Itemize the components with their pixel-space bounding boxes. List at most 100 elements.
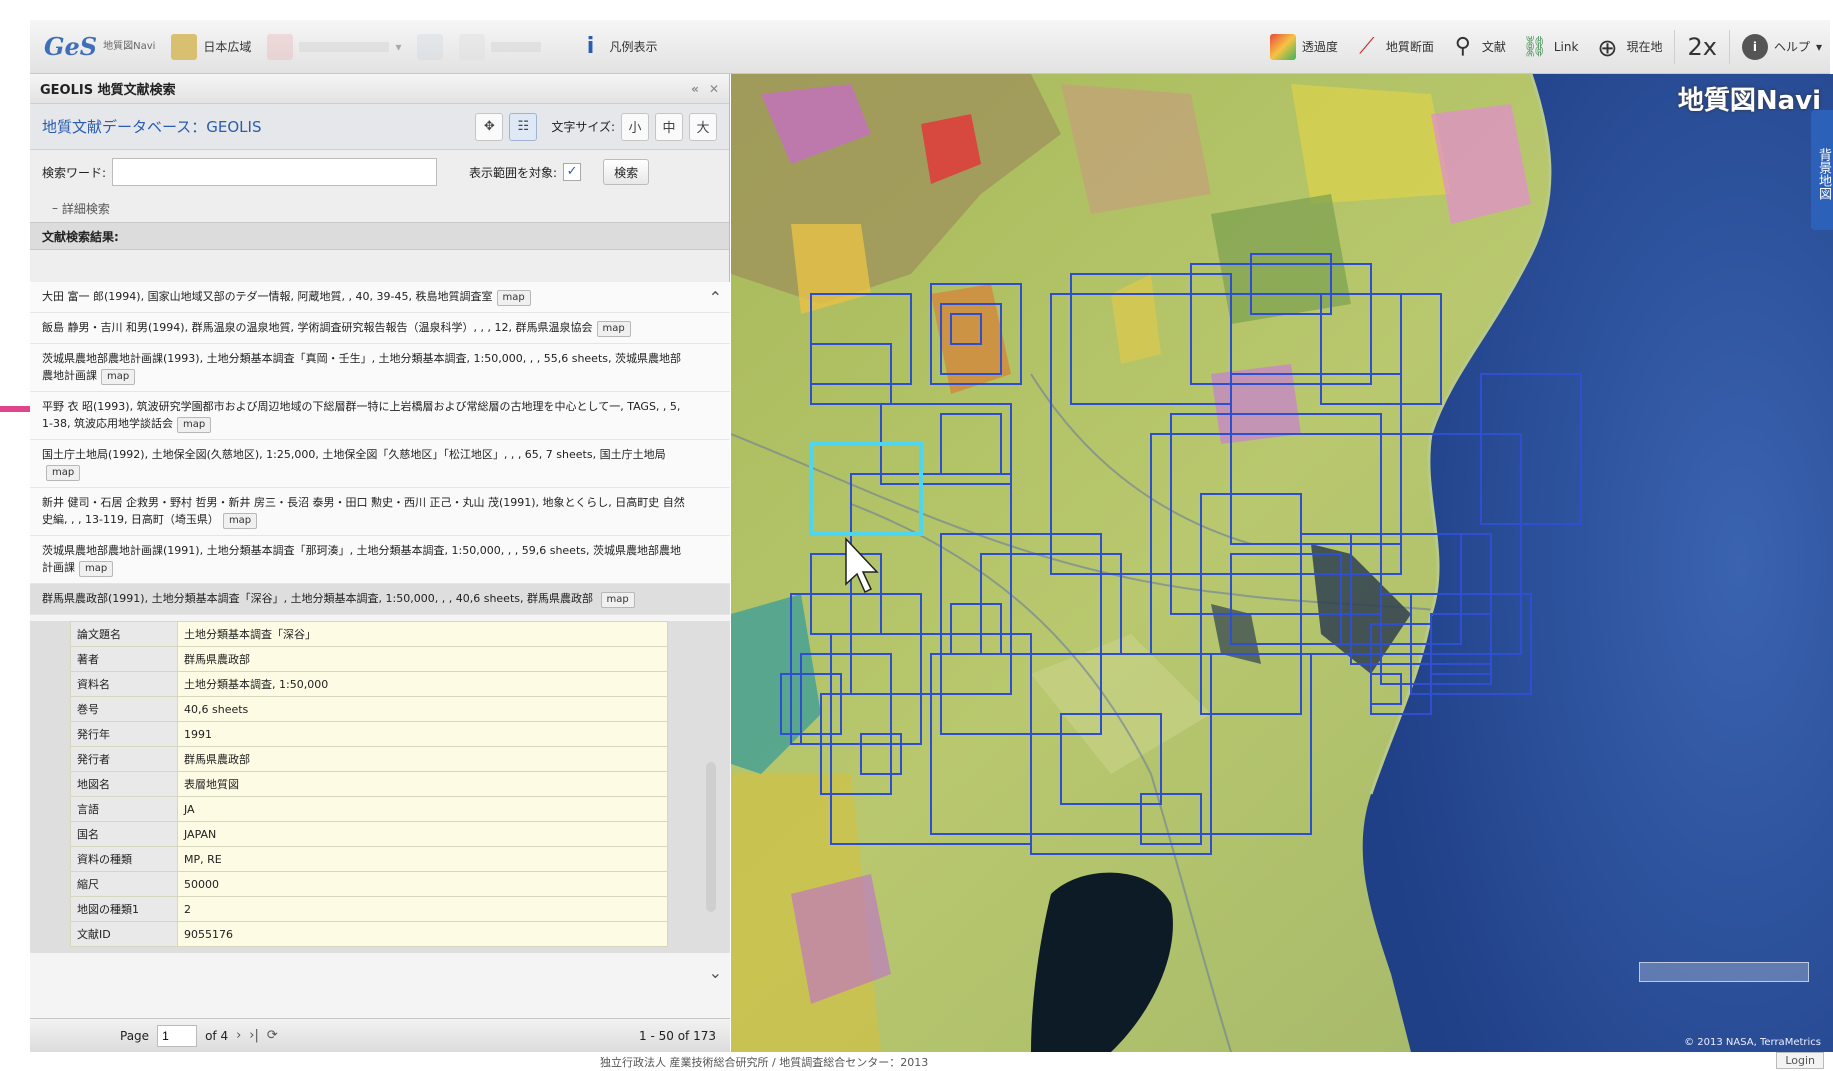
result-item[interactable]: 新井 健司・石居 企救男・野村 哲男・新井 房三・長沼 泰男・田口 勲史・西川 … bbox=[30, 488, 730, 536]
detail-row: 発行者 群馬県農政部 bbox=[70, 746, 668, 772]
map-link[interactable]: map bbox=[222, 513, 258, 529]
literature-button[interactable]: ⚲ 文献 bbox=[1442, 27, 1514, 67]
detail-value: 土地分類基本調査, 1:50,000 bbox=[177, 671, 668, 697]
detail-value: JA bbox=[177, 796, 668, 822]
result-item[interactable]: 平野 衣 昭(1993), 筑波研究学園都市および周辺地域の下総層群一特に上岩橋… bbox=[30, 392, 730, 440]
legend-button[interactable]: i 凡例表示 bbox=[569, 27, 665, 67]
results-list: 大田 富一 郎(1994), 国家山地域又部のテダ一情報, 阿蔵地質, , 40… bbox=[30, 282, 730, 1018]
map-credit: © 2013 NASA, TerraMetrics bbox=[1684, 1037, 1821, 1048]
detail-value: 50000 bbox=[177, 871, 668, 897]
collapse-arrow-icon: – bbox=[52, 201, 62, 215]
detail-row: 論文題名 土地分類基本調査「深谷」 bbox=[70, 621, 668, 647]
result-item[interactable]: 大田 富一 郎(1994), 国家山地域又部のテダ一情報, 阿蔵地質, , 40… bbox=[30, 282, 730, 313]
logo-subtitle: 地質図Navi bbox=[103, 41, 156, 52]
font-size-label: 文字サイズ: bbox=[551, 120, 615, 134]
display-range-checkbox[interactable]: ✓ bbox=[563, 163, 582, 181]
search-label: 検索ワード: bbox=[42, 165, 107, 180]
crosshair-icon: ⊕ bbox=[1597, 33, 1618, 62]
font-size-large-button[interactable]: 大 bbox=[689, 112, 717, 141]
tool-label bbox=[491, 41, 542, 52]
map-link[interactable]: map bbox=[496, 290, 531, 306]
result-item[interactable]: 茨城県農地部農地計画課(1993), 土地分類基本調査「真岡・壬生」, 土地分類… bbox=[30, 344, 730, 392]
detail-value: 土地分類基本調査「深谷」 bbox=[177, 621, 668, 647]
list-view-icon[interactable]: ☷ bbox=[509, 112, 538, 141]
cross-section-icon: ⟋ bbox=[1359, 33, 1375, 59]
font-size-medium-button[interactable]: 中 bbox=[655, 112, 683, 141]
detail-row: 資料名 土地分類基本調査, 1:50,000 bbox=[70, 671, 668, 697]
transparency-button[interactable]: 透過度 bbox=[1262, 27, 1346, 67]
panel-title: GEOLIS 地質文献検索 bbox=[40, 83, 176, 98]
zoom-2x-label: 2x bbox=[1687, 32, 1717, 61]
map-link[interactable]: map bbox=[101, 369, 136, 385]
next-page-icon[interactable]: › bbox=[236, 1028, 241, 1043]
selected-result-text: 群馬県農政部(1991), 土地分類基本調査「深谷」, 土地分類基本調査, 1:… bbox=[42, 592, 593, 605]
app-window: GeS 地質図Navi 日本広域 ▾ i 凡例表示 透過度 ⟋ 地質断面 ⚲ 文… bbox=[0, 0, 1833, 1071]
footer: 独立行政法人 産業技術総合研究所 / 地質調査総合センター：2013 Login bbox=[30, 1052, 1830, 1071]
map-brand: 地質図Navi bbox=[1677, 86, 1821, 116]
detail-value: 群馬県農政部 bbox=[177, 746, 668, 772]
map-link[interactable]: map bbox=[600, 592, 635, 608]
background-map-tab[interactable]: 背景地図 bbox=[1811, 110, 1833, 230]
toolbar-divider bbox=[1674, 29, 1676, 64]
geolis-panel: GEOLIS 地質文献検索 « ✕ 地質文献データベース：GEOLIS ✥ ☷ … bbox=[30, 74, 730, 1052]
detail-key: 資料名 bbox=[70, 671, 178, 697]
map-link[interactable]: map bbox=[596, 321, 631, 337]
disabled-tool-button[interactable] bbox=[451, 27, 549, 67]
current-location-button[interactable]: ⊕ 現在地 bbox=[1586, 27, 1670, 67]
result-item[interactable]: 国土庁土地局(1992), 土地保全図(久慈地区), 1:25,000, 土地保… bbox=[30, 440, 730, 488]
last-page-icon[interactable]: ›| bbox=[249, 1028, 259, 1043]
map-link[interactable]: map bbox=[79, 561, 114, 577]
layer-dropdown[interactable]: ▾ bbox=[259, 27, 409, 67]
search-input[interactable] bbox=[112, 158, 438, 186]
zoom-2x-button[interactable]: 2x bbox=[1679, 27, 1724, 67]
page-input[interactable] bbox=[157, 1024, 198, 1047]
map-view[interactable]: 地質図Navi 背景地図 © 2013 NASA, TerraMetrics bbox=[731, 74, 1833, 1052]
selected-result[interactable]: 群馬県農政部(1991), 土地分類基本調査「深谷」, 土地分類基本調査, 1:… bbox=[30, 584, 730, 615]
region-button[interactable]: 日本広域 bbox=[163, 27, 259, 67]
detail-value: 2 bbox=[177, 896, 668, 922]
link-button[interactable]: ⛓ Link bbox=[1514, 27, 1587, 67]
detail-value: MP, RE bbox=[177, 846, 668, 872]
detail-key: 巻号 bbox=[70, 696, 178, 722]
panel-header: GEOLIS 地質文献検索 « ✕ bbox=[30, 74, 729, 104]
detail-row: 発行年 1991 bbox=[70, 721, 668, 747]
detail-key: 論文題名 bbox=[70, 621, 178, 647]
scroll-up-icon[interactable]: ⌃ bbox=[709, 288, 722, 307]
detail-key: 国名 bbox=[70, 821, 178, 847]
literature-label: 文献 bbox=[1481, 40, 1506, 54]
result-item[interactable]: 茨城県農地部農地計画課(1991), 土地分類基本調査「那珂湊」, 土地分類基本… bbox=[30, 536, 730, 584]
detail-wrapper: 論文題名 土地分類基本調査「深谷」 著者 群馬県農政部 資料名 土地分類基本調査, 1:5… bbox=[30, 621, 730, 953]
scroll-down-icon[interactable]: ⌄ bbox=[709, 963, 722, 982]
login-button[interactable]: Login bbox=[1776, 1052, 1824, 1069]
cross-section-button[interactable]: ⟋ 地質断面 bbox=[1346, 27, 1442, 67]
search-button[interactable]: 検索 bbox=[603, 159, 650, 185]
scrollbar-thumb[interactable] bbox=[706, 762, 716, 912]
result-text: 茨城県農地部農地計画課(1991), 土地分類基本調査「那珂湊」, 土地分類基本… bbox=[42, 544, 681, 574]
search-icon: ⚲ bbox=[1454, 33, 1471, 59]
map-icon bbox=[171, 33, 198, 60]
result-text: 茨城県農地部農地計画課(1993), 土地分類基本調査「真岡・壬生」, 土地分類… bbox=[42, 352, 681, 382]
collapse-icon[interactable]: « bbox=[691, 82, 699, 96]
toolbar-divider bbox=[1728, 29, 1730, 64]
grid-button[interactable] bbox=[409, 27, 451, 67]
map-link[interactable]: map bbox=[176, 417, 212, 433]
results-label: 文献検索結果: bbox=[42, 229, 119, 244]
font-size-small-button[interactable]: 小 bbox=[621, 112, 649, 141]
app-logo[interactable]: GeS 地質図Navi bbox=[30, 27, 163, 67]
map-link[interactable]: map bbox=[46, 465, 81, 481]
detail-key: 地図の種類1 bbox=[70, 896, 178, 922]
close-icon[interactable]: ✕ bbox=[709, 82, 719, 96]
result-range: 1 - 50 of 173 bbox=[639, 1028, 716, 1043]
detail-value: 9055176 bbox=[177, 921, 668, 947]
detail-row: 著者 群馬県農政部 bbox=[70, 646, 668, 672]
help-button[interactable]: i ヘルプ ▾ bbox=[1734, 27, 1830, 67]
map-canvas[interactable] bbox=[731, 74, 1833, 1052]
move-icon[interactable]: ✥ bbox=[475, 112, 504, 141]
result-item[interactable]: 飯島 静男・吉川 和男(1994), 群馬温泉の温泉地質, 学術調査研究報告報告… bbox=[30, 313, 730, 344]
detail-row: 資料の種類 MP, RE bbox=[70, 846, 668, 872]
refresh-icon[interactable]: ⟳ bbox=[267, 1028, 278, 1043]
advanced-search-toggle[interactable]: – 詳細検索 bbox=[30, 194, 729, 222]
main-toolbar: GeS 地質図Navi 日本広域 ▾ i 凡例表示 透過度 ⟋ 地質断面 ⚲ 文… bbox=[30, 20, 1830, 74]
left-edge-marker bbox=[0, 406, 30, 412]
legend-label: 凡例表示 bbox=[609, 40, 658, 54]
